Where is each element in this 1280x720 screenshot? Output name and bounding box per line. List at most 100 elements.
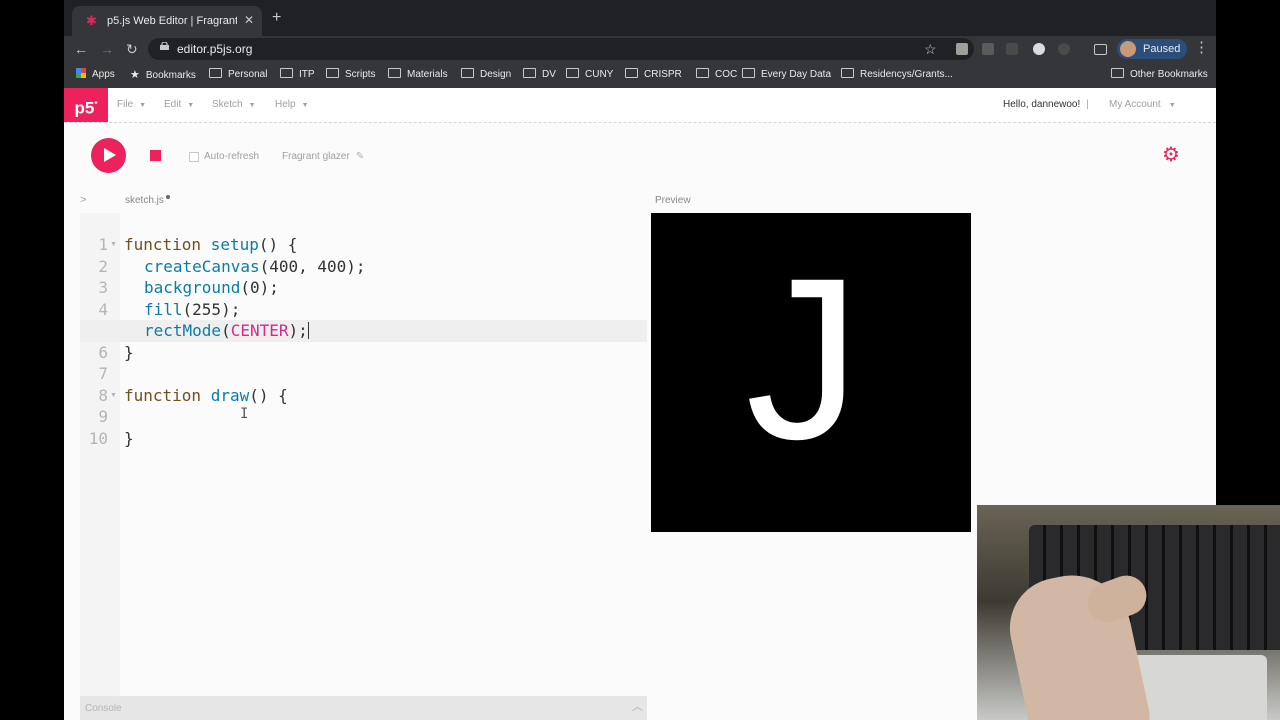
folder-icon xyxy=(523,68,536,78)
tab-title: p5.js Web Editor | Fragrant glazer xyxy=(107,15,237,27)
tab-strip: ✱ p5.js Web Editor | Fragrant glazer ✕ + xyxy=(64,0,1216,36)
url-text: editor.p5js.org xyxy=(177,42,253,56)
stop-button[interactable] xyxy=(150,150,161,161)
close-tab-icon[interactable]: ✕ xyxy=(244,12,254,28)
bookmark-design[interactable]: Design xyxy=(461,68,511,82)
fold-arrow-icon[interactable]: ▼ xyxy=(110,234,117,256)
menu-file[interactable]: File ▼ xyxy=(117,99,146,112)
folder-icon xyxy=(696,68,709,78)
folder-icon xyxy=(1111,68,1124,78)
code-line: function draw() { xyxy=(124,386,288,405)
bookmark-star-icon[interactable]: ☆ xyxy=(924,40,937,58)
bookmark-scripts[interactable]: Scripts xyxy=(326,68,376,82)
preview-canvas-drawing: J xyxy=(746,230,861,487)
code-line: function setup() { xyxy=(124,235,298,254)
bookmark-materials[interactable]: Materials xyxy=(388,68,448,82)
sketch-name[interactable]: Fragrant glazer ✎ xyxy=(282,151,364,163)
bookmark-other[interactable]: Other Bookmarks xyxy=(1111,68,1208,82)
folder-icon xyxy=(280,68,293,78)
line-number-gutter: 1 ▼ 2 3 4 5 6 7 8 ▼ 9 10 xyxy=(80,213,120,696)
bookmark-dv[interactable]: DV xyxy=(523,68,556,82)
profile-status: Paused xyxy=(1143,43,1181,55)
chevron-down-icon: ▼ xyxy=(187,102,195,109)
play-icon xyxy=(104,148,116,162)
apps-grid-icon xyxy=(76,68,86,78)
browser-menu-icon[interactable]: ⋮ xyxy=(1194,39,1209,57)
line-number: 7 xyxy=(98,364,108,383)
user-greeting: Hello, dannewoo! | xyxy=(1003,99,1089,110)
code-editor[interactable]: function setup() { createCanvas(400, 400… xyxy=(120,213,647,696)
folder-icon xyxy=(461,68,474,78)
fold-arrow-icon[interactable]: ▼ xyxy=(110,385,117,407)
line-number: 8 xyxy=(98,386,108,405)
menu-edit[interactable]: Edit ▼ xyxy=(164,99,194,112)
chevron-up-icon[interactable]: ︿ xyxy=(632,700,643,714)
bookmarks-bar: Apps ★ Bookmarks Personal ITP Scripts Mat… xyxy=(64,62,1216,88)
new-tab-icon[interactable]: + xyxy=(272,9,281,27)
bookmark-apps[interactable]: Apps xyxy=(76,68,115,82)
browser-tab[interactable]: ✱ p5.js Web Editor | Fragrant glazer ✕ xyxy=(72,6,262,36)
code-line: } xyxy=(124,429,134,448)
code-line: rectMode(CENTER); xyxy=(144,321,309,340)
address-bar-row: ← → ↻ editor.p5js.org ☆ Paused ⋮ xyxy=(64,36,1216,62)
auto-refresh-checkbox[interactable] xyxy=(189,152,199,162)
line-number: 6 xyxy=(98,343,108,362)
preview-label: Preview xyxy=(655,195,691,206)
my-account-menu[interactable]: My Account ▼ xyxy=(1109,99,1176,112)
folder-icon xyxy=(742,68,755,78)
console-panel[interactable]: Console ︿ xyxy=(80,696,647,720)
bookmark-personal[interactable]: Personal xyxy=(209,68,267,82)
console-label: Console xyxy=(85,703,122,714)
auto-refresh-label: Auto-refresh xyxy=(204,151,260,162)
star-icon: ★ xyxy=(130,69,140,81)
extension-info-icon[interactable] xyxy=(1058,43,1070,55)
code-line: createCanvas(400, 400); xyxy=(144,257,366,276)
address-bar[interactable]: editor.p5js.org ☆ xyxy=(148,38,974,60)
line-number: 4 xyxy=(98,300,108,319)
bookmark-crispr[interactable]: CRISPR xyxy=(625,68,682,82)
webcam-overlay xyxy=(977,505,1280,720)
chevron-down-icon: ▼ xyxy=(248,102,256,109)
folder-icon xyxy=(388,68,401,78)
folder-icon xyxy=(209,68,222,78)
file-tab-sketch-js[interactable]: sketch.js xyxy=(125,195,170,207)
menu-help[interactable]: Help ▼ xyxy=(275,99,309,112)
code-line: } xyxy=(124,343,134,362)
line-number: 1 xyxy=(98,235,108,254)
reload-icon[interactable]: ↻ xyxy=(126,40,138,58)
bookmark-itp[interactable]: ITP xyxy=(280,68,315,82)
profile-status-button[interactable]: Paused xyxy=(1117,39,1187,59)
preview-canvas[interactable]: J xyxy=(651,213,971,532)
chevron-down-icon: ▼ xyxy=(1168,102,1176,109)
forward-arrow-icon[interactable]: → xyxy=(100,40,114,58)
extension-dots-icon[interactable] xyxy=(982,43,994,55)
folder-icon xyxy=(566,68,579,78)
chevron-down-icon: ▼ xyxy=(301,102,309,109)
avatar xyxy=(1120,41,1136,57)
expand-sidebar-chevron-icon[interactable]: > xyxy=(80,193,86,207)
lock-icon xyxy=(160,42,169,50)
extension-icon[interactable] xyxy=(956,43,968,55)
text-cursor xyxy=(307,322,309,339)
bookmark-bookmarks[interactable]: ★ Bookmarks xyxy=(130,68,196,83)
settings-gear-icon[interactable]: ⚙ xyxy=(1162,143,1180,167)
play-button[interactable] xyxy=(91,138,126,173)
back-arrow-icon[interactable]: ← xyxy=(74,40,88,58)
extension-g-icon[interactable] xyxy=(1006,43,1018,55)
p5-favicon-icon: ✱ xyxy=(86,13,97,28)
p5-logo[interactable]: p5* xyxy=(64,88,108,122)
extension-circle-icon[interactable] xyxy=(1033,43,1045,55)
preview-glyph: J xyxy=(746,230,861,487)
folder-icon xyxy=(326,68,339,78)
line-number: 10 xyxy=(88,429,108,448)
bookmark-every-day-data[interactable]: Every Day Data xyxy=(742,68,831,82)
line-number: 3 xyxy=(98,278,108,297)
cast-icon[interactable] xyxy=(1094,44,1107,55)
bookmark-cuny[interactable]: CUNY xyxy=(566,68,613,82)
bookmark-coc[interactable]: COC xyxy=(696,68,737,82)
chevron-down-icon: ▼ xyxy=(139,102,147,109)
folder-icon xyxy=(625,68,638,78)
folder-icon xyxy=(841,68,854,78)
bookmark-residencys-grants[interactable]: Residencys/Grants... xyxy=(841,68,953,82)
menu-sketch[interactable]: Sketch ▼ xyxy=(212,99,256,112)
